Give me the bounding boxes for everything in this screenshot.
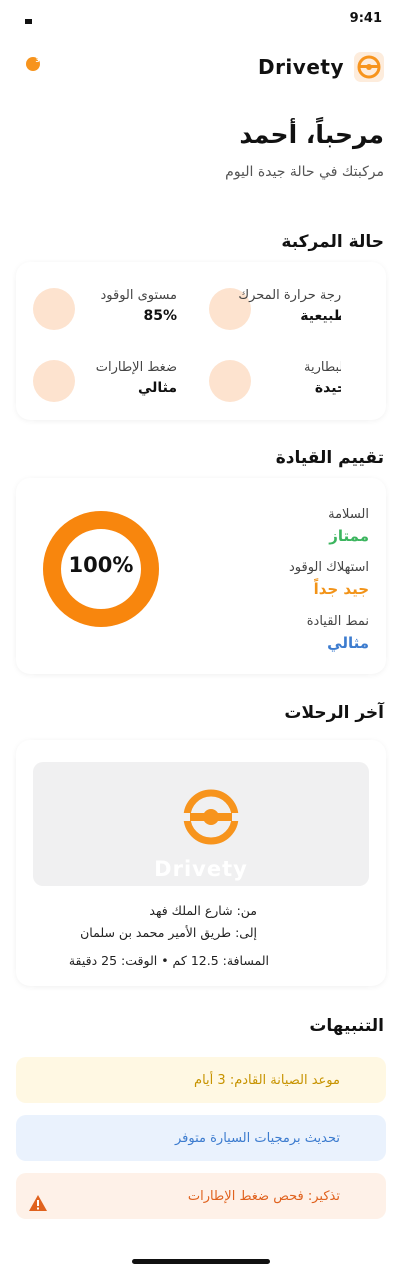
status-time: 9:41 [349,11,382,26]
trip-details: المسافة: 12.5 كم • الوقت: 25 دقيقة [68,953,269,968]
alert-text: تحديث برمجيات السيارة متوفر [174,1130,340,1146]
alert-software-update[interactable]: تحديث برمجيات السيارة متوفر [16,1115,386,1161]
last-trips-title: آخر الرحلات [284,703,384,723]
stat-label: البطارية [304,360,341,375]
stat-label: ضغط الإطارات [95,360,177,375]
map-watermark: Drivety [154,857,248,881]
fuel-icon [33,288,75,330]
stat-tire-pressure[interactable]: ضغط الإطارات مثالي [33,360,209,416]
app-name: Drivety [257,55,344,79]
alert-tire-reminder[interactable]: تذكير: فحص ضغط الإطارات [16,1173,386,1219]
greeting-title: مرحباً، أحمد [239,120,384,149]
steering-wheel-logo-icon [354,52,384,82]
status-bar-indicator [25,19,32,24]
home-indicator[interactable] [132,1259,270,1264]
trip-map[interactable]: Drivety [33,762,369,886]
metric-label-safety: السلامة [328,507,369,522]
steering-wheel-icon [180,789,242,845]
stat-label: مستوى الوقود [100,288,177,303]
trip-from: من: شارع الملك فهد [149,903,257,918]
greeting-subtitle: مركبتك في حالة جيدة اليوم [225,164,384,180]
stat-value: جيدة [314,380,341,396]
driving-score-text: 100% [68,553,134,577]
stat-fuel[interactable]: مستوى الوقود 85% [33,288,209,344]
metric-label-fuel: استهلاك الوقود [288,560,369,575]
stat-battery[interactable]: البطارية جيدة [209,360,341,416]
stat-label: درجة حرارة المحرك [238,288,341,303]
driving-rating-title: تقييم القيادة [275,448,384,468]
alert-text: موعد الصيانة القادم: 3 أيام [194,1072,340,1088]
alert-text: تذكير: فحص ضغط الإطارات [187,1188,340,1204]
notification-bell-icon[interactable]: 3 [24,55,42,73]
battery-icon [209,360,251,402]
metric-value-fuel: جيد جداً [313,580,369,598]
alerts-title: التنبيهات [309,1016,384,1036]
metric-label-style: نمط القيادة [306,614,369,629]
warning-icon [29,1195,47,1211]
stat-value: 85% [143,308,177,324]
stat-engine-temp[interactable]: درجة حرارة المحرك طبيعية [209,288,341,344]
vehicle-status-title: حالة المركبة [281,232,384,252]
stat-value: مثالي [137,380,177,396]
tire-icon [33,360,75,402]
metric-value-safety: ممتاز [329,527,369,545]
metric-value-style: مثالي [327,634,369,652]
stat-value: طبيعية [300,308,341,324]
notification-count: 3 [36,57,40,64]
brand: Drivety [258,52,384,82]
trip-to: إلى: طريق الأمير محمد بن سلمان [80,925,257,940]
alert-maintenance[interactable]: موعد الصيانة القادم: 3 أيام [16,1057,386,1103]
